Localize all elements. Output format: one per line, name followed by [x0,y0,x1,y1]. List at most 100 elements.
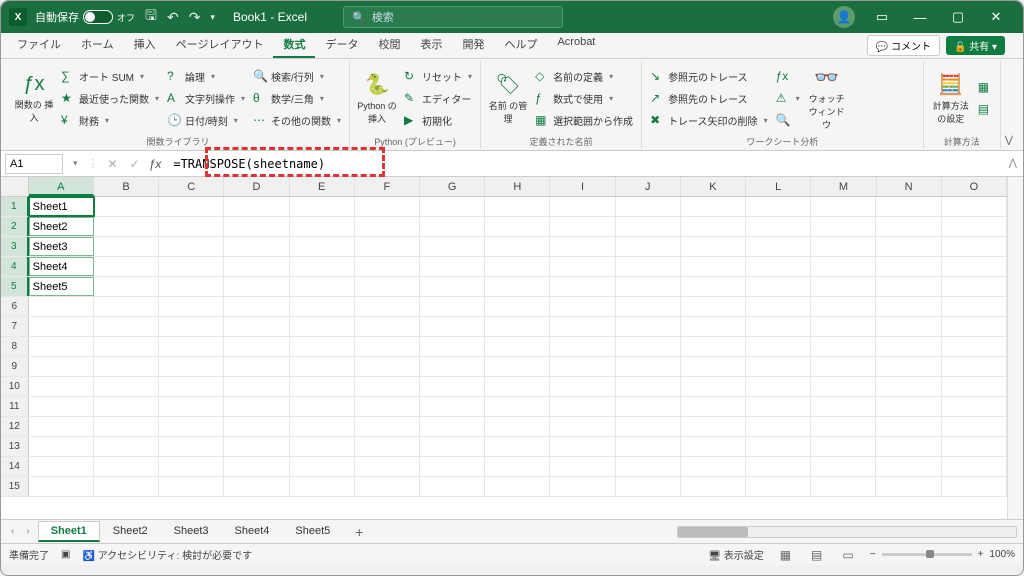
qat-dropdown-icon[interactable]: ▾ [210,12,215,23]
name-box-dropdown-icon[interactable]: ▾ [69,158,82,169]
cell-I9[interactable] [550,357,615,376]
cell-F3[interactable] [355,237,420,256]
cell-A4[interactable]: Sheet4 [29,257,94,276]
row-header-5[interactable]: 5 [1,277,29,296]
cell-C12[interactable] [159,417,224,436]
search-input[interactable]: 🔍 検索 [343,6,563,28]
cell-G9[interactable] [420,357,485,376]
cell-F11[interactable] [355,397,420,416]
column-header-O[interactable]: O [942,177,1007,196]
cell-L4[interactable] [746,257,811,276]
zoom-out-icon[interactable]: − [870,549,876,560]
cell-H9[interactable] [485,357,550,376]
autosum-button[interactable]: ∑オート SUM▾ [59,66,161,86]
text-fn-button[interactable]: A文字列操作▾ [165,88,247,108]
cell-G10[interactable] [420,377,485,396]
cell-O14[interactable] [942,457,1007,476]
row-header-3[interactable]: 3 [1,237,29,256]
cell-D9[interactable] [224,357,289,376]
column-header-F[interactable]: F [355,177,420,196]
sheet-nav-prev-icon[interactable]: ‹ [7,526,18,537]
page-layout-view-icon[interactable]: ▤ [807,548,826,562]
cell-A14[interactable] [29,457,94,476]
cell-F8[interactable] [355,337,420,356]
cell-E10[interactable] [290,377,355,396]
cell-A12[interactable] [29,417,94,436]
cell-J1[interactable] [616,197,681,216]
cell-E14[interactable] [290,457,355,476]
more-fn-button[interactable]: ⋯その他の関数▾ [251,110,343,130]
horizontal-scrollbar[interactable] [677,526,1017,538]
cell-M15[interactable] [811,477,876,496]
cell-K13[interactable] [681,437,746,456]
cell-D14[interactable] [224,457,289,476]
cell-J2[interactable] [616,217,681,236]
save-icon[interactable]: 🖫 [145,5,157,29]
math-button[interactable]: θ数学/三角▾ [251,88,343,108]
cell-A5[interactable]: Sheet5 [29,277,94,296]
cell-B4[interactable] [94,257,159,276]
cell-G7[interactable] [420,317,485,336]
cell-E12[interactable] [290,417,355,436]
cell-F2[interactable] [355,217,420,236]
ribbon-collapse-icon[interactable]: ⋁ [1001,131,1017,150]
ribbon-tab-開発[interactable]: 開発 [452,32,494,58]
cell-N7[interactable] [876,317,941,336]
cell-L1[interactable] [746,197,811,216]
cell-J4[interactable] [616,257,681,276]
column-header-K[interactable]: K [681,177,746,196]
cell-L5[interactable] [746,277,811,296]
trace-dependents-button[interactable]: ↗参照先のトレース [648,88,770,108]
cell-E6[interactable] [290,297,355,316]
cell-C5[interactable] [159,277,224,296]
cell-B7[interactable] [94,317,159,336]
lookup-button[interactable]: 🔍検索/行列▾ [251,66,343,86]
cell-M14[interactable] [811,457,876,476]
cell-L3[interactable] [746,237,811,256]
cell-B3[interactable] [94,237,159,256]
cell-H6[interactable] [485,297,550,316]
cell-O6[interactable] [942,297,1007,316]
sheet-tab-Sheet3[interactable]: Sheet3 [161,521,222,542]
row-header-13[interactable]: 13 [1,437,29,456]
cell-C10[interactable] [159,377,224,396]
maximize-icon[interactable]: ▢ [939,3,977,31]
cell-B6[interactable] [94,297,159,316]
cell-K7[interactable] [681,317,746,336]
evaluate-button[interactable]: 🔍 [774,110,802,130]
cell-F10[interactable] [355,377,420,396]
calc-now-button[interactable]: ▦ [976,77,994,97]
zoom-track[interactable] [882,553,972,556]
cell-O5[interactable] [942,277,1007,296]
cell-M2[interactable] [811,217,876,236]
cell-I6[interactable] [550,297,615,316]
cell-M8[interactable] [811,337,876,356]
row-header-12[interactable]: 12 [1,417,29,436]
cell-K3[interactable] [681,237,746,256]
ribbon-tab-Acrobat[interactable]: Acrobat [547,32,605,58]
cell-J7[interactable] [616,317,681,336]
cell-E11[interactable] [290,397,355,416]
cell-A3[interactable]: Sheet3 [29,237,94,256]
row-header-8[interactable]: 8 [1,337,29,356]
cell-C15[interactable] [159,477,224,496]
cell-M3[interactable] [811,237,876,256]
cell-J14[interactable] [616,457,681,476]
cell-N15[interactable] [876,477,941,496]
cell-H15[interactable] [485,477,550,496]
cell-L12[interactable] [746,417,811,436]
cell-A8[interactable] [29,337,94,356]
cell-N11[interactable] [876,397,941,416]
cell-J5[interactable] [616,277,681,296]
cell-N2[interactable] [876,217,941,236]
cell-M6[interactable] [811,297,876,316]
row-header-7[interactable]: 7 [1,317,29,336]
cell-C6[interactable] [159,297,224,316]
cell-M5[interactable] [811,277,876,296]
column-header-D[interactable]: D [224,177,289,196]
undo-icon[interactable]: ↶ [167,9,179,26]
ribbon-tab-ファイル[interactable]: ファイル [7,32,71,58]
expand-formula-icon[interactable]: ⋀ [1009,158,1017,169]
accessibility-status[interactable]: ♿ アクセシビリティ: 検討が必要です [82,547,252,562]
minimize-icon[interactable]: — [901,3,939,31]
